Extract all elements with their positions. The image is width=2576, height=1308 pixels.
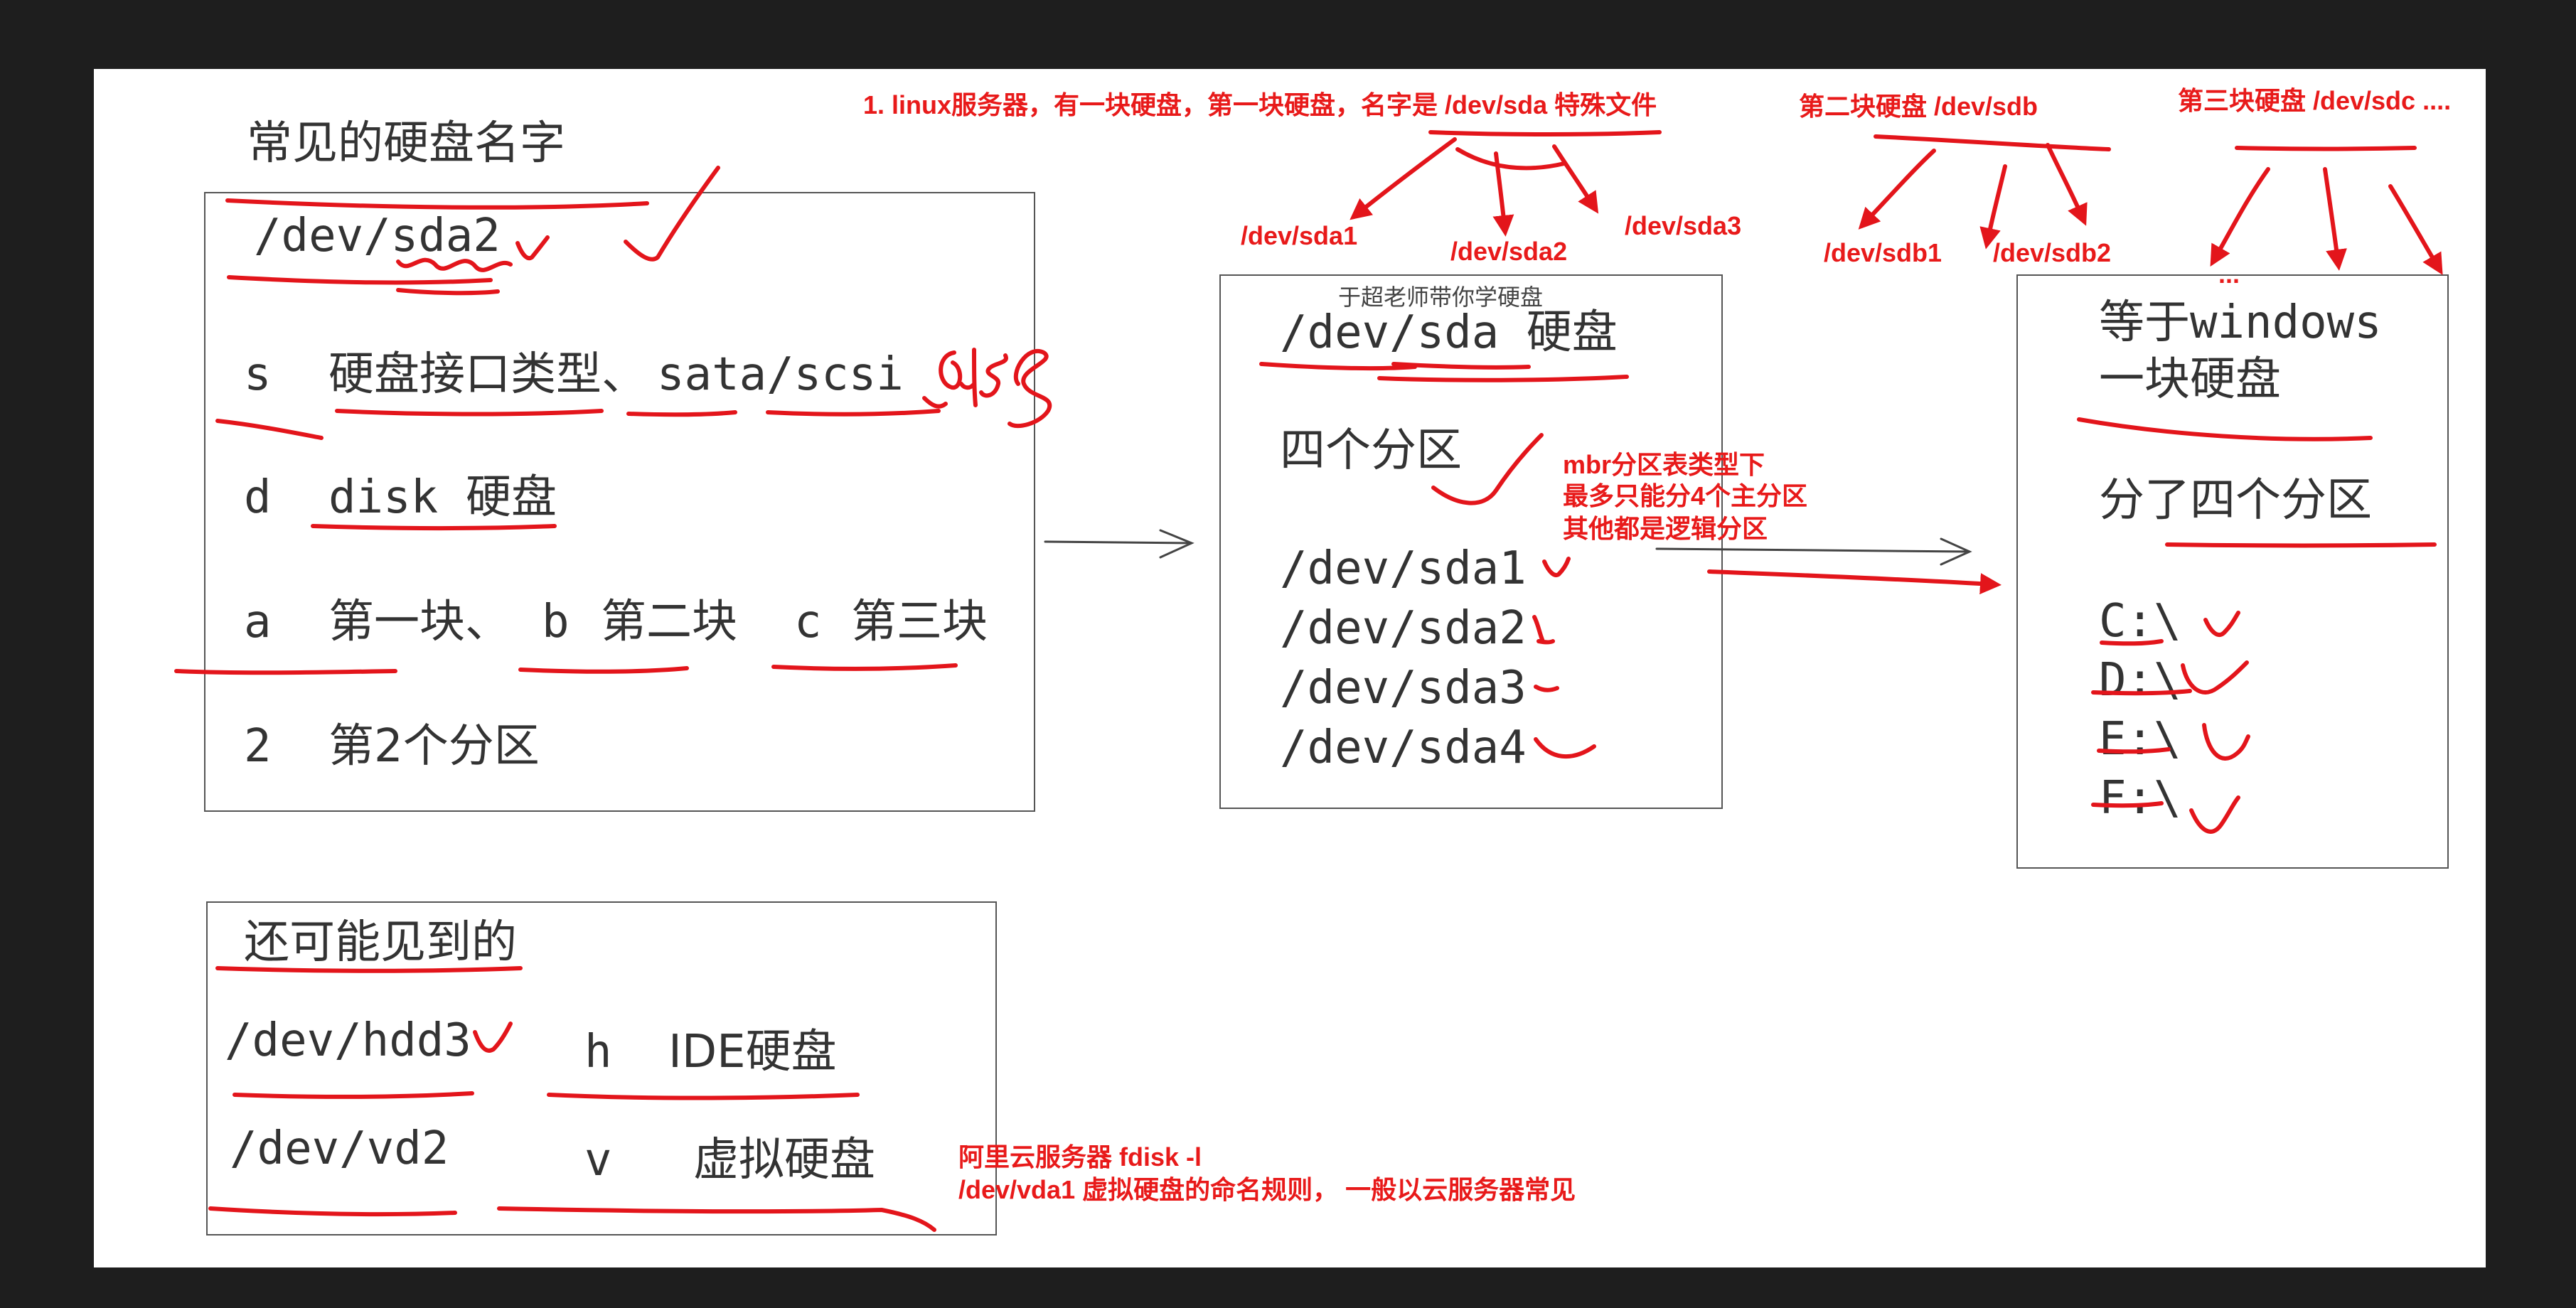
hdd-check <box>473 1022 513 1053</box>
sda2-check <box>1532 615 1555 645</box>
scsi-underline <box>766 409 941 417</box>
disk-underline <box>311 524 557 530</box>
arrow-to-sdb2a <box>1979 164 2007 250</box>
sda-underline-2 <box>1391 362 1531 370</box>
ide-underline <box>547 1093 860 1100</box>
check-mark <box>624 166 720 262</box>
d-drive-underline <box>2091 689 2192 696</box>
arrow-sda-to-windows <box>1707 569 2002 595</box>
arrow-sdc-3 <box>2388 184 2443 275</box>
c-underline <box>771 663 958 671</box>
partitions-title-check <box>1431 433 1544 505</box>
sdb-line <box>1874 134 2111 151</box>
windows-underline <box>2077 417 2373 441</box>
sata-underline <box>626 410 737 417</box>
arrow-sdc-2 <box>2323 167 2347 271</box>
check-small <box>515 235 550 261</box>
a-underline <box>174 669 397 675</box>
arrow-panel2-to-panel3 <box>1655 537 1972 566</box>
arrow-to-sda1 <box>1350 137 1457 220</box>
handwritten-sas <box>939 348 1052 429</box>
d-drive-check <box>2181 660 2249 695</box>
arrow-to-sdb2b <box>2046 143 2088 226</box>
arrow-panel1-to-panel2 <box>1044 529 1195 559</box>
e-drive-check <box>2202 723 2250 761</box>
sda2-underline2 <box>396 288 500 296</box>
c-drive-check <box>2203 611 2240 638</box>
f-drive-underline <box>2091 801 2164 808</box>
arrow-sdc-1 <box>2210 167 2270 267</box>
device-underline <box>227 275 493 285</box>
arrow-to-sdb1 <box>1858 149 1936 230</box>
four-partitions-underline <box>2165 542 2437 548</box>
desc-underline <box>335 409 604 417</box>
sda-squiggle <box>396 257 513 272</box>
sda-underline-3 <box>1377 375 1629 382</box>
f-drive-check <box>2189 795 2240 834</box>
c-drive-underline <box>2100 639 2164 646</box>
sda3-check <box>1534 685 1559 692</box>
s-underline <box>215 419 324 440</box>
b-underline <box>518 666 689 674</box>
virtual-underline <box>497 1206 936 1232</box>
handwritten-check <box>922 396 948 409</box>
sda-top-line <box>1428 130 1662 136</box>
sda-brace <box>1455 147 1566 171</box>
sdc-line <box>2235 146 2417 151</box>
sda4-check <box>1534 737 1596 759</box>
e-drive-underline <box>2097 747 2171 754</box>
arrow-to-sda3 <box>1552 144 1599 214</box>
handwriting-layer <box>174 130 2443 1232</box>
panel4-heading-underline <box>215 966 523 973</box>
vd-underline <box>208 1206 457 1216</box>
sda1-check <box>1542 557 1571 577</box>
hdd-underline <box>233 1091 474 1099</box>
heading-underline <box>225 198 649 210</box>
